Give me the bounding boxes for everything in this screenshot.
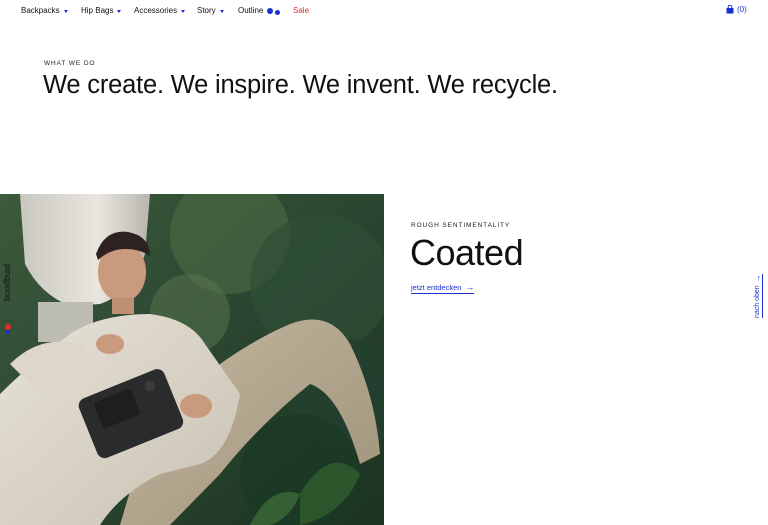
bag-icon [726,5,734,14]
brand-logo-text: pinqponq [3,264,13,301]
discover-link[interactable]: jetzt entdecken → [411,282,475,294]
nav-item-backpacks[interactable]: Backpacks [21,6,68,15]
chevron-down-icon [63,9,68,13]
chevron-down-icon [117,9,122,13]
cart-button[interactable]: (0) [726,5,747,14]
arrow-right-icon: → [465,282,475,292]
section-eyebrow: WHAT WE DO [44,60,96,67]
nav-item-label: Hip Bags [81,6,114,15]
back-to-top-link[interactable]: nach oben → [753,266,767,320]
product-photo-image [0,194,384,525]
nav-item-sale[interactable]: Sale [293,6,309,15]
discover-link-label: jetzt entdecken [411,283,462,292]
nav-item-label: Backpacks [21,6,60,15]
nav-item-label: Sale [293,6,310,15]
back-to-top-text: nach oben → [753,274,763,318]
nav-item-outline[interactable]: Outline [238,6,281,15]
product-photo[interactable]: pinqponq [0,194,384,525]
nav-item-label: Accessories [134,6,178,15]
main-nav: Backpacks Hip Bags Accessories Story Out… [0,0,768,22]
outline-dots-icon [267,7,281,15]
nav-item-accessories[interactable]: Accessories [134,6,186,15]
brand-logo-mark: pinqponq [3,264,13,334]
nav-item-label: Story [197,6,216,15]
arrow-up-icon: → [753,274,762,283]
cart-count: (0) [737,5,747,14]
chevron-down-icon [219,9,224,13]
back-to-top-label: nach oben [754,285,761,318]
nav-item-story[interactable]: Story [197,6,224,15]
nav-item-hip-bags[interactable]: Hip Bags [81,6,122,15]
chevron-down-icon [181,9,186,13]
product-title: Coated [410,232,524,273]
nav-item-label: Outline [238,6,264,15]
product-kicker: ROUGH SENTIMENTALITY [411,222,511,229]
brand-logo: pinqponq [3,264,13,334]
page-headline: We create. We inspire. We invent. We rec… [43,71,558,99]
